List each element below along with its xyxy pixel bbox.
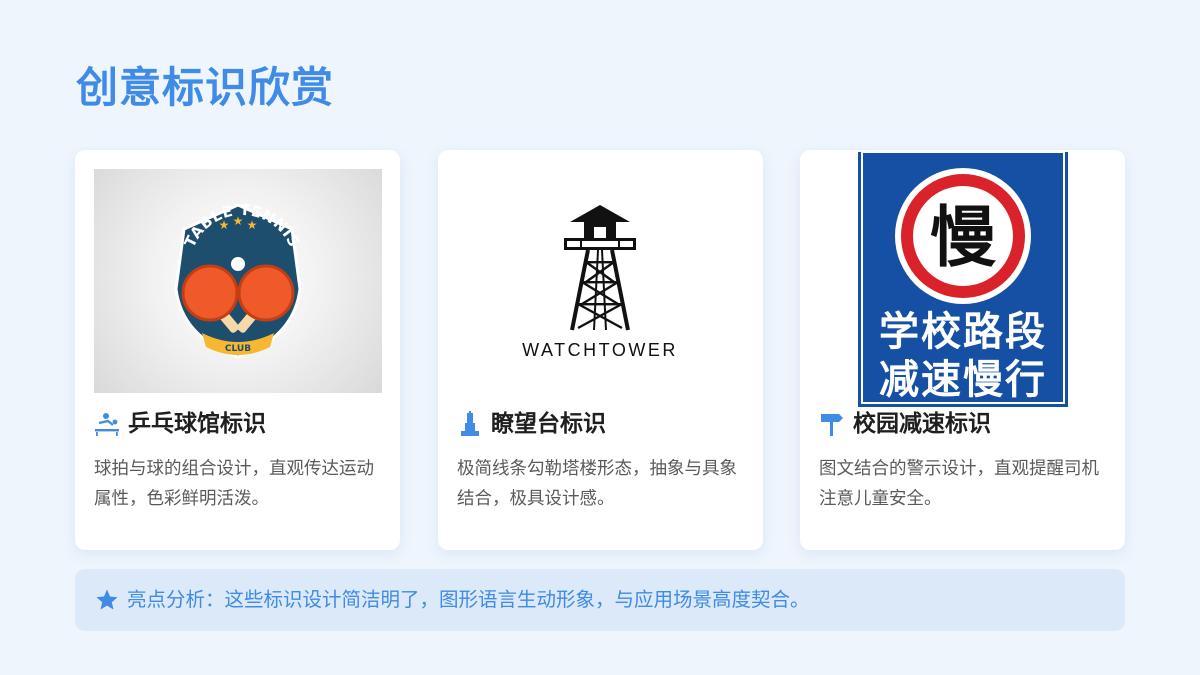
slow-down-sign-image: 慢 学校路段 减速慢行 [858,151,1068,407]
watchtower-icon [457,411,483,437]
card-title: 校园减速标识 [853,411,991,437]
card-header: 瞭望台标识 [457,408,606,440]
table-tennis-player-icon [94,411,120,437]
logo-card-table-tennis: ★ ★ ★ TABLE TENNIS CLUB 乒乓球馆标识 球拍与球的组合设计… [75,150,400,550]
star-icon [95,588,119,612]
card-header: 乒乓球馆标识 [94,408,266,440]
card-title: 乒乓球馆标识 [128,411,266,437]
highlight-analysis-bar: 亮点分析：这些标识设计简洁明了，图形语言生动形象，与应用场景高度契合。 [75,569,1125,631]
watchtower-logo-image: WATCHTOWER [498,190,703,370]
page-title: 创意标识欣赏 [76,63,335,112]
card-description: 图文结合的警示设计，直观提醒司机注意儿童安全。 [819,459,1099,509]
card-header: 校园减速标识 [819,408,991,440]
sign-line-1: 学校路段 [879,309,1047,355]
table-tennis-logo-image: ★ ★ ★ TABLE TENNIS CLUB [94,169,382,393]
sign-circle-char: 慢 [930,199,997,276]
card-description: 极简线条勾勒塔楼形态，抽象与具象结合，极具设计感。 [457,459,737,509]
logo-card-watchtower: WATCHTOWER 瞭望台标识 极简线条勾勒塔楼形态，抽象与具象结合，极具设计… [438,150,763,550]
logo-card-school-zone: 慢 学校路段 减速慢行 校园减速标识 图文结合的警示设计，直观提醒司机注意儿童安… [800,150,1125,550]
card-title: 瞭望台标识 [491,411,606,437]
logo-ribbon-text: CLUB [225,344,251,354]
signpost-icon [819,411,845,437]
sign-line-2: 减速慢行 [879,357,1047,403]
card-description: 球拍与球的组合设计，直观传达运动属性，色彩鲜明活泼。 [94,459,374,509]
highlight-text: 亮点分析：这些标识设计简洁明了，图形语言生动形象，与应用场景高度契合。 [127,588,810,611]
watchtower-wordmark: WATCHTOWER [522,340,678,360]
